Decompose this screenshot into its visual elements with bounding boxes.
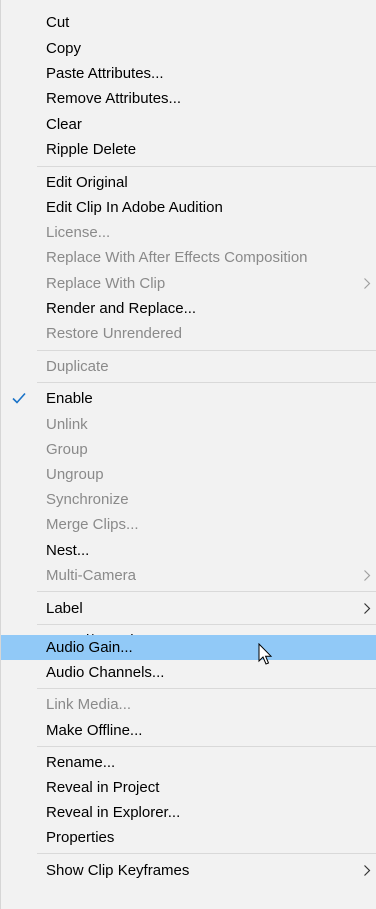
menu-item-label: Cut — [46, 14, 70, 31]
menu-item-label: Label — [46, 600, 83, 617]
menu-item-label: Edit Clip In Adobe Audition — [46, 199, 223, 216]
menu-item-label: Paste Attributes... — [46, 65, 164, 82]
menu-separator — [37, 382, 376, 383]
menu-item-label: Ripple Delete — [46, 141, 137, 158]
menu-item-label: Remove Attributes... — [46, 90, 182, 107]
menu-item-synchronize: Synchronize — [1, 487, 376, 512]
menu-item-remove-attributes[interactable]: Remove Attributes... — [1, 86, 376, 111]
menu-item-multi-camera: Multi-Camera — [1, 563, 376, 588]
menu-item-rename[interactable]: Rename... — [1, 750, 376, 775]
menu-item-label: Merge Clips... — [46, 516, 139, 533]
chevron-right-icon — [364, 603, 371, 614]
menu-item-label: License... — [46, 224, 111, 241]
menu-item-audio-gain[interactable]: Audio Gain... — [1, 635, 376, 660]
menu-item-paste-attributes[interactable]: Paste Attributes... — [1, 61, 376, 86]
menu-item-edit-clip-in-audition[interactable]: Edit Clip In Adobe Audition — [1, 195, 376, 220]
menu-item-label: Enable — [46, 390, 93, 407]
menu-item-unlink: Unlink — [1, 412, 376, 437]
menu-item-make-offline[interactable]: Make Offline... — [1, 718, 376, 743]
menu-item-label: Nest... — [46, 542, 90, 559]
menu-item-replace-with-clip: Replace With Clip — [1, 271, 376, 296]
menu-item-label: Make Offline... — [46, 722, 143, 739]
menu-item-label: Copy — [46, 40, 82, 57]
menu-item-license: License... — [1, 220, 376, 245]
menu-separator — [37, 591, 376, 592]
menu-item-label: Restore Unrendered — [46, 325, 182, 342]
menu-item-label: Show Clip Keyframes — [46, 862, 190, 879]
menu-item-reveal-in-project[interactable]: Reveal in Project — [1, 775, 376, 800]
menu-item-cut[interactable]: Cut — [1, 10, 376, 35]
menu-item-label: Replace With Clip — [46, 275, 166, 292]
menu-item-copy[interactable]: Copy — [1, 36, 376, 61]
menu-item-edit-original[interactable]: Edit Original — [1, 170, 376, 195]
menu-item-label: Duplicate — [46, 358, 109, 375]
menu-item-audio-channels[interactable]: Audio Channels... — [1, 660, 376, 685]
menu-item-properties[interactable]: Properties — [1, 825, 376, 850]
menu-item-label: Audio Channels... — [46, 664, 165, 681]
menu-item-group: Group — [1, 437, 376, 462]
menu-item-label: Reveal in Explorer... — [46, 804, 181, 821]
menu-item-label: Synchronize — [46, 491, 129, 508]
menu-item-label: Edit Original — [46, 174, 128, 191]
menu-item-label: Properties — [46, 829, 115, 846]
menu-item-nest[interactable]: Nest... — [1, 538, 376, 563]
chevron-right-icon — [364, 865, 371, 876]
menu-item-label: Rename... — [46, 754, 116, 771]
menu-item-label: Link Media... — [46, 696, 132, 713]
menu-item-reveal-in-explorer[interactable]: Reveal in Explorer... — [1, 800, 376, 825]
menu-item-link-media: Link Media... — [1, 692, 376, 717]
menu-separator — [37, 350, 376, 351]
menu-item-clear[interactable]: Clear — [1, 112, 376, 137]
menu-item-label: Reveal in Project — [46, 779, 160, 796]
context-menu: Cut Copy Paste Attributes... Remove Attr… — [0, 0, 376, 909]
menu-item-label: Unlink — [46, 416, 88, 433]
menu-separator — [37, 166, 376, 167]
menu-item-render-and-replace[interactable]: Render and Replace... — [1, 296, 376, 321]
menu-item-replace-with-ae-composition: Replace With After Effects Composition — [1, 245, 376, 270]
checkmark-icon — [12, 392, 26, 404]
menu-item-label: Audio Gain... — [46, 639, 133, 656]
chevron-right-icon — [364, 570, 371, 581]
menu-item-label: Group — [46, 441, 88, 458]
menu-separator — [37, 688, 376, 689]
menu-item-ripple-delete[interactable]: Ripple Delete — [1, 137, 376, 162]
menu-item-label: Ungroup — [46, 466, 104, 483]
mouse-cursor-icon — [258, 643, 273, 665]
menu-item-label: Clear — [46, 116, 82, 133]
menu-item-label: Replace With After Effects Composition — [46, 249, 308, 266]
menu-item-label: Multi-Camera — [46, 567, 137, 584]
menu-item-label: Render and Replace... — [46, 300, 197, 317]
menu-item-show-clip-keyframes[interactable]: Show Clip Keyframes — [1, 858, 376, 883]
menu-item-duplicate: Duplicate — [1, 354, 376, 379]
menu-item-label-submenu[interactable]: Label — [1, 596, 376, 621]
menu-item-restore-unrendered: Restore Unrendered — [1, 321, 376, 346]
menu-separator — [37, 853, 376, 854]
menu-item-enable[interactable]: Enable — [1, 386, 376, 411]
menu-item-ungroup: Ungroup — [1, 462, 376, 487]
chevron-right-icon — [364, 278, 371, 289]
menu-item-merge-clips: Merge Clips... — [1, 512, 376, 537]
menu-separator — [37, 746, 376, 747]
menu-separator — [37, 624, 376, 625]
